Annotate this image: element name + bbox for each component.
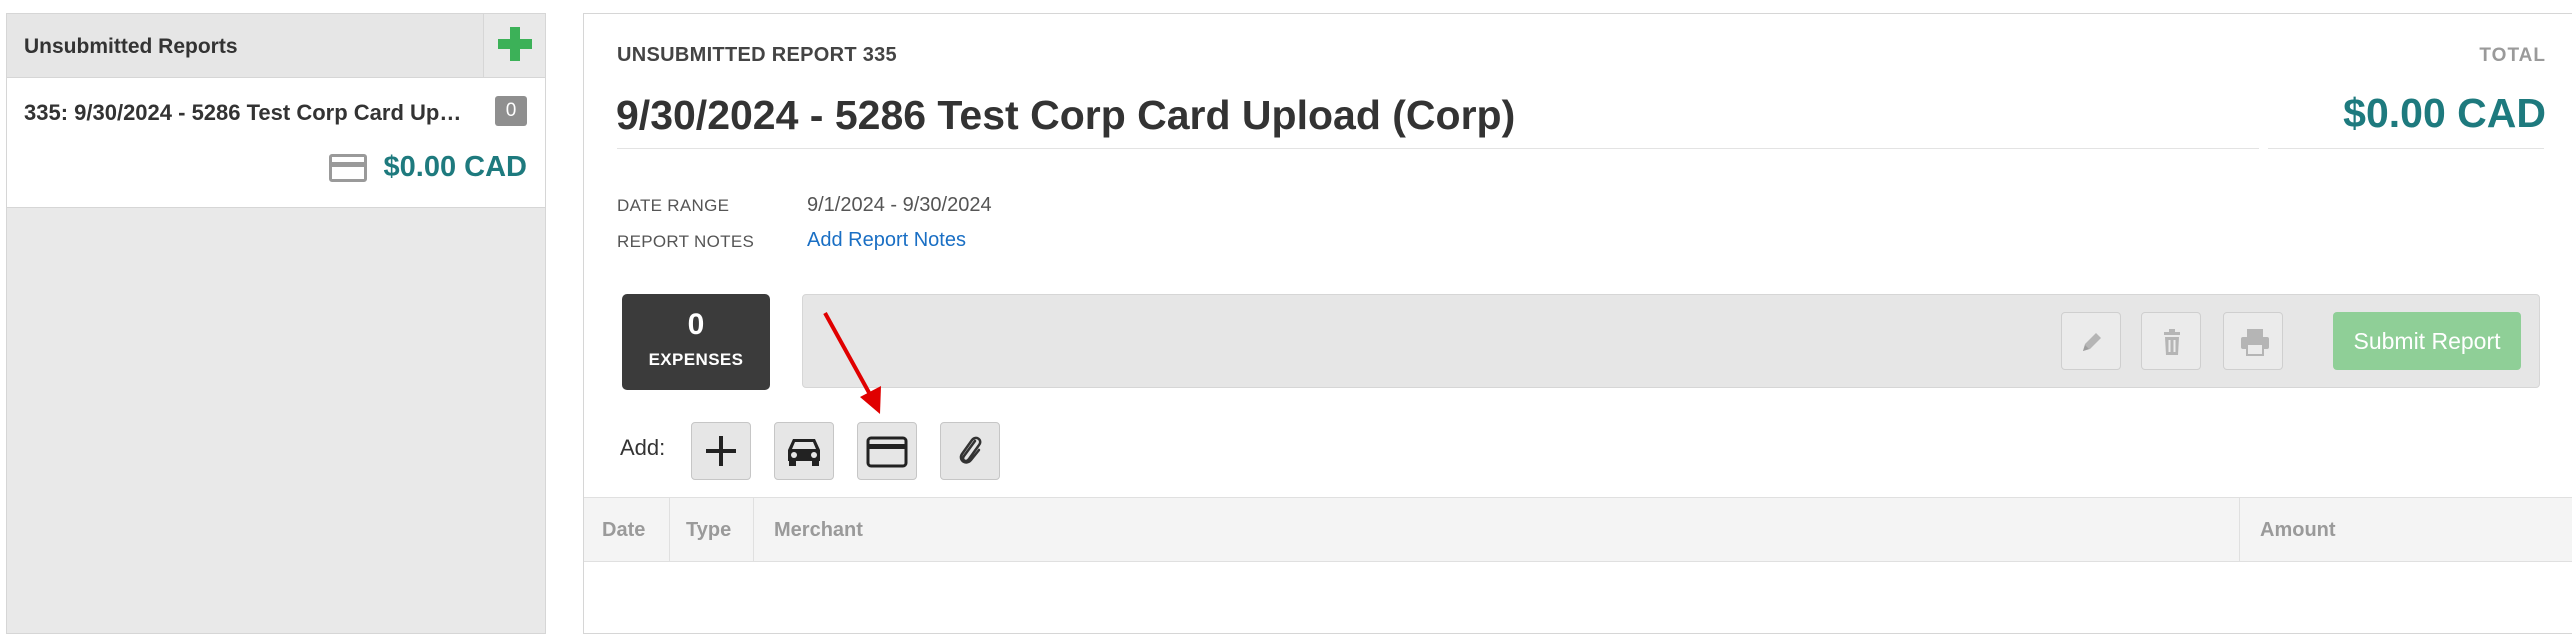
- sidebar-title: Unsubmitted Reports: [24, 35, 238, 58]
- report-item-title: 335: 9/30/2024 - 5286 Test Corp Card Upl…: [24, 100, 464, 125]
- divider: [617, 148, 2259, 149]
- add-report-notes-link[interactable]: Add Report Notes: [807, 229, 966, 252]
- trash-icon: [2164, 329, 2180, 355]
- credit-card-icon: [866, 436, 908, 468]
- sidebar-header: Unsubmitted Reports: [7, 14, 545, 78]
- pencil-icon: [2083, 333, 2101, 351]
- expense-counter: 0 EXPENSES: [622, 294, 770, 390]
- add-report-button[interactable]: [483, 14, 545, 77]
- report-toolbar: Submit Report: [802, 294, 2540, 388]
- column-merchant[interactable]: Merchant: [754, 498, 2240, 561]
- page-title: 9/30/2024 - 5286 Test Corp Card Upload (…: [616, 92, 1516, 138]
- plus-icon: [498, 27, 532, 61]
- report-list-item[interactable]: 335: 9/30/2024 - 5286 Test Corp Card Upl…: [7, 78, 545, 208]
- expense-count: 0: [687, 308, 705, 341]
- expense-table-header: Date Type Merchant Amount: [584, 497, 2572, 562]
- add-mileage-button[interactable]: [774, 422, 834, 480]
- expense-count-label: EXPENSES: [648, 350, 744, 369]
- paperclip-icon: [959, 436, 982, 464]
- column-amount[interactable]: Amount: [2240, 498, 2572, 561]
- divider: [2268, 148, 2544, 149]
- column-header: Amount: [2260, 519, 2336, 541]
- print-icon: [2241, 329, 2269, 356]
- column-header: Date: [602, 519, 646, 541]
- total-amount: $0.00 CAD: [2343, 90, 2546, 136]
- add-label: Add:: [620, 435, 666, 460]
- report-notes-label: REPORT NOTES: [617, 232, 755, 251]
- delete-button[interactable]: [2141, 312, 2201, 370]
- reports-sidebar: Unsubmitted Reports 335: 9/30/2024 - 528…: [6, 13, 546, 634]
- submit-report-button[interactable]: Submit Report: [2333, 312, 2521, 370]
- total-label: TOTAL: [2479, 45, 2546, 66]
- car-icon: [788, 439, 820, 466]
- expense-count-badge: 0: [495, 96, 527, 126]
- column-header: Merchant: [774, 519, 863, 541]
- report-status-label: UNSUBMITTED REPORT 335: [617, 44, 897, 66]
- report-detail-panel: UNSUBMITTED REPORT 335 TOTAL 9/30/2024 -…: [583, 13, 2572, 634]
- column-header: Type: [686, 519, 732, 541]
- plus-icon: [706, 436, 736, 466]
- edit-button[interactable]: [2061, 312, 2121, 370]
- column-type[interactable]: Type: [670, 498, 754, 561]
- report-item-amount: $0.00 CAD: [383, 151, 527, 183]
- add-attachment-button[interactable]: [940, 422, 1000, 480]
- print-button[interactable]: [2223, 312, 2283, 370]
- add-expense-button[interactable]: [691, 422, 751, 480]
- date-range-label: DATE RANGE: [617, 196, 730, 215]
- add-card-transaction-button[interactable]: [857, 422, 917, 480]
- credit-card-icon: [329, 154, 367, 182]
- date-range-value: 9/1/2024 - 9/30/2024: [807, 194, 992, 216]
- column-date[interactable]: Date: [584, 498, 670, 561]
